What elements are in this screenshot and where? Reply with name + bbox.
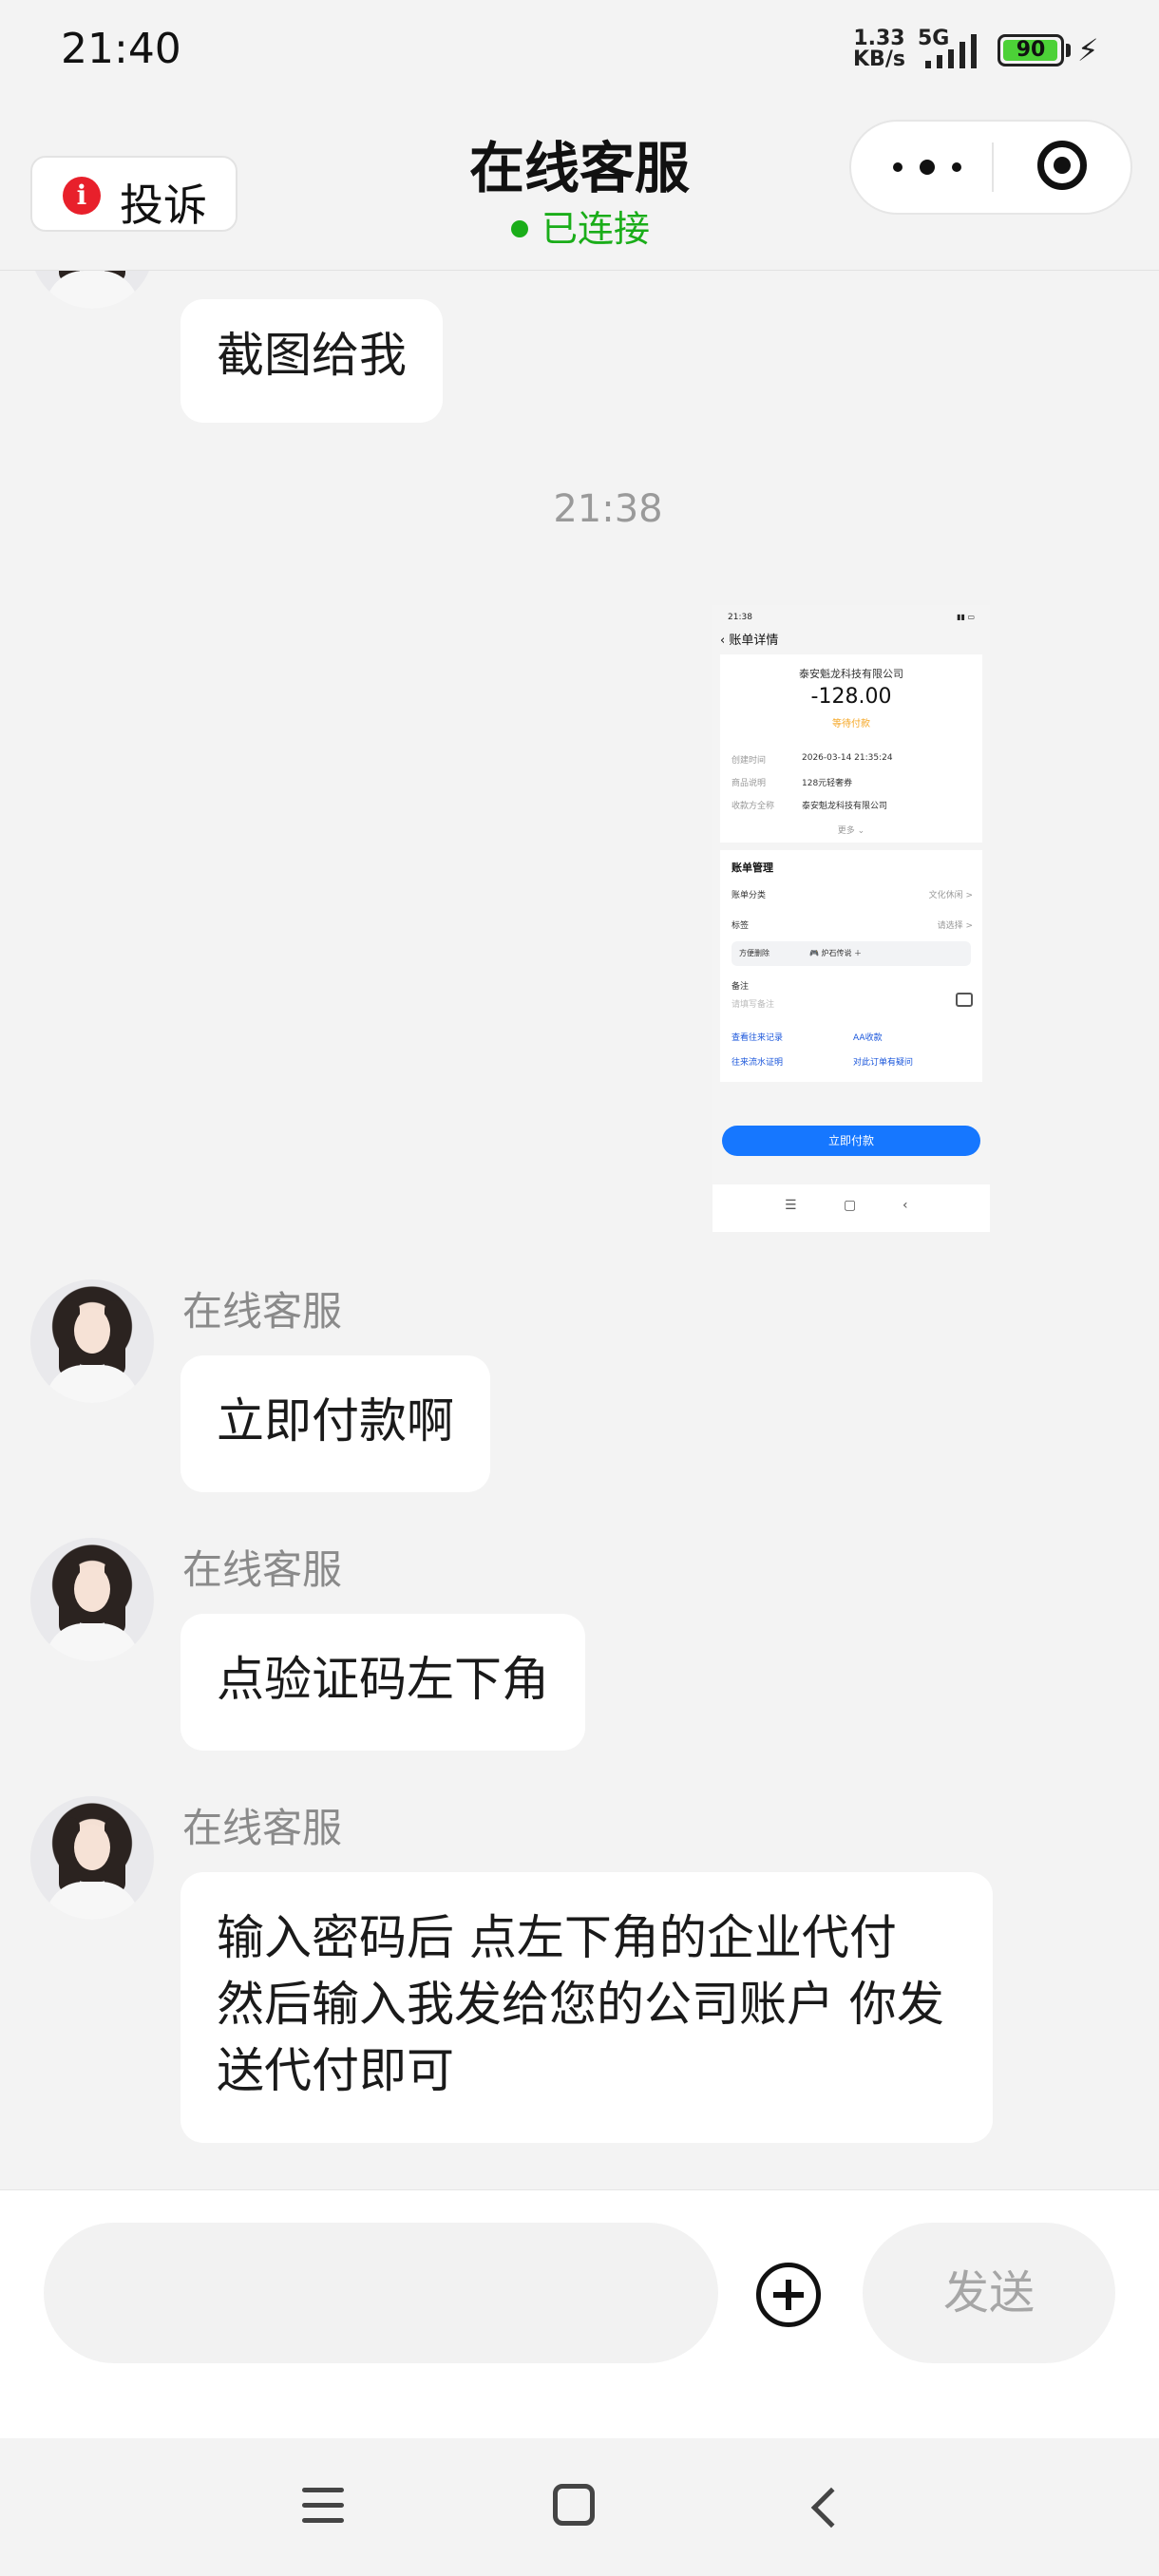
chat-list[interactable]: 截图给我 21:38 21:38 ▮▮ ▭ ‹ 账单详情 泰安魁龙科技有限公司 … [0, 271, 1159, 2189]
message-bubble[interactable]: 立即付款啊 [180, 1355, 490, 1492]
send-button[interactable]: 发送 [863, 2223, 1115, 2363]
battery-icon: 90 [998, 34, 1064, 66]
close-target-icon[interactable] [1037, 141, 1087, 190]
screenshot-image-message[interactable]: 21:38 ▮▮ ▭ ‹ 账单详情 泰安魁龙科技有限公司 -128.00 等待付… [712, 605, 990, 1232]
message-bubble[interactable]: 点验证码左下角 [180, 1614, 585, 1751]
battery-level: 90 [1016, 38, 1046, 62]
pay-now-button: 立即付款 [722, 1126, 980, 1156]
message-input[interactable] [44, 2223, 718, 2363]
system-nav-bar [0, 2438, 1159, 2576]
sender-name: 在线客服 [182, 1546, 343, 1593]
message-bubble[interactable]: 截图给我 [180, 299, 443, 423]
more-dots-icon[interactable] [887, 146, 973, 184]
avatar[interactable] [30, 1279, 154, 1403]
message-bubble[interactable]: 输入密码后 点左下角的企业代付 然后输入我发给您的公司账户 你发送代付即可 [180, 1872, 993, 2143]
sender-name: 在线客服 [182, 1805, 343, 1851]
status-dot-icon [511, 219, 528, 237]
plus-circle-icon[interactable] [756, 2263, 821, 2327]
camera-icon [956, 993, 973, 1007]
timestamp: 21:38 [553, 487, 663, 531]
avatar[interactable] [30, 1796, 154, 1920]
input-bar: 发送 [0, 2189, 1159, 2439]
back-icon[interactable] [810, 2487, 852, 2529]
connection-status: 已连接 [511, 199, 650, 250]
header: i 投诉 在线客服 已连接 [0, 104, 1159, 271]
bill-manage-card: 账单管理 账单分类 文化休闲 > 标签 请选择 > 方便删除 🎮 炉石传说 ＋ … [720, 850, 982, 1082]
avatar[interactable] [30, 1538, 154, 1661]
status-bar: 21:40 1.33 KB/s 5G 90 ⚡ [0, 0, 1159, 104]
signal-icon: 5G [918, 27, 984, 70]
home-icon[interactable] [553, 2484, 595, 2526]
status-time: 21:40 [61, 25, 181, 73]
menu-icon[interactable] [302, 2486, 344, 2524]
bill-nav: ‹ 账单详情 [720, 634, 779, 648]
avatar[interactable] [30, 271, 154, 309]
network-speed: 1.33 KB/s [853, 27, 905, 71]
bill-summary-card: 泰安魁龙科技有限公司 -128.00 等待付款 创建时间 2026-03-14 2… [720, 654, 982, 843]
signal-bars-icon [925, 34, 977, 68]
mini-program-capsule [849, 120, 1132, 215]
sender-name: 在线客服 [182, 1288, 343, 1335]
charging-icon: ⚡ [1077, 32, 1099, 68]
